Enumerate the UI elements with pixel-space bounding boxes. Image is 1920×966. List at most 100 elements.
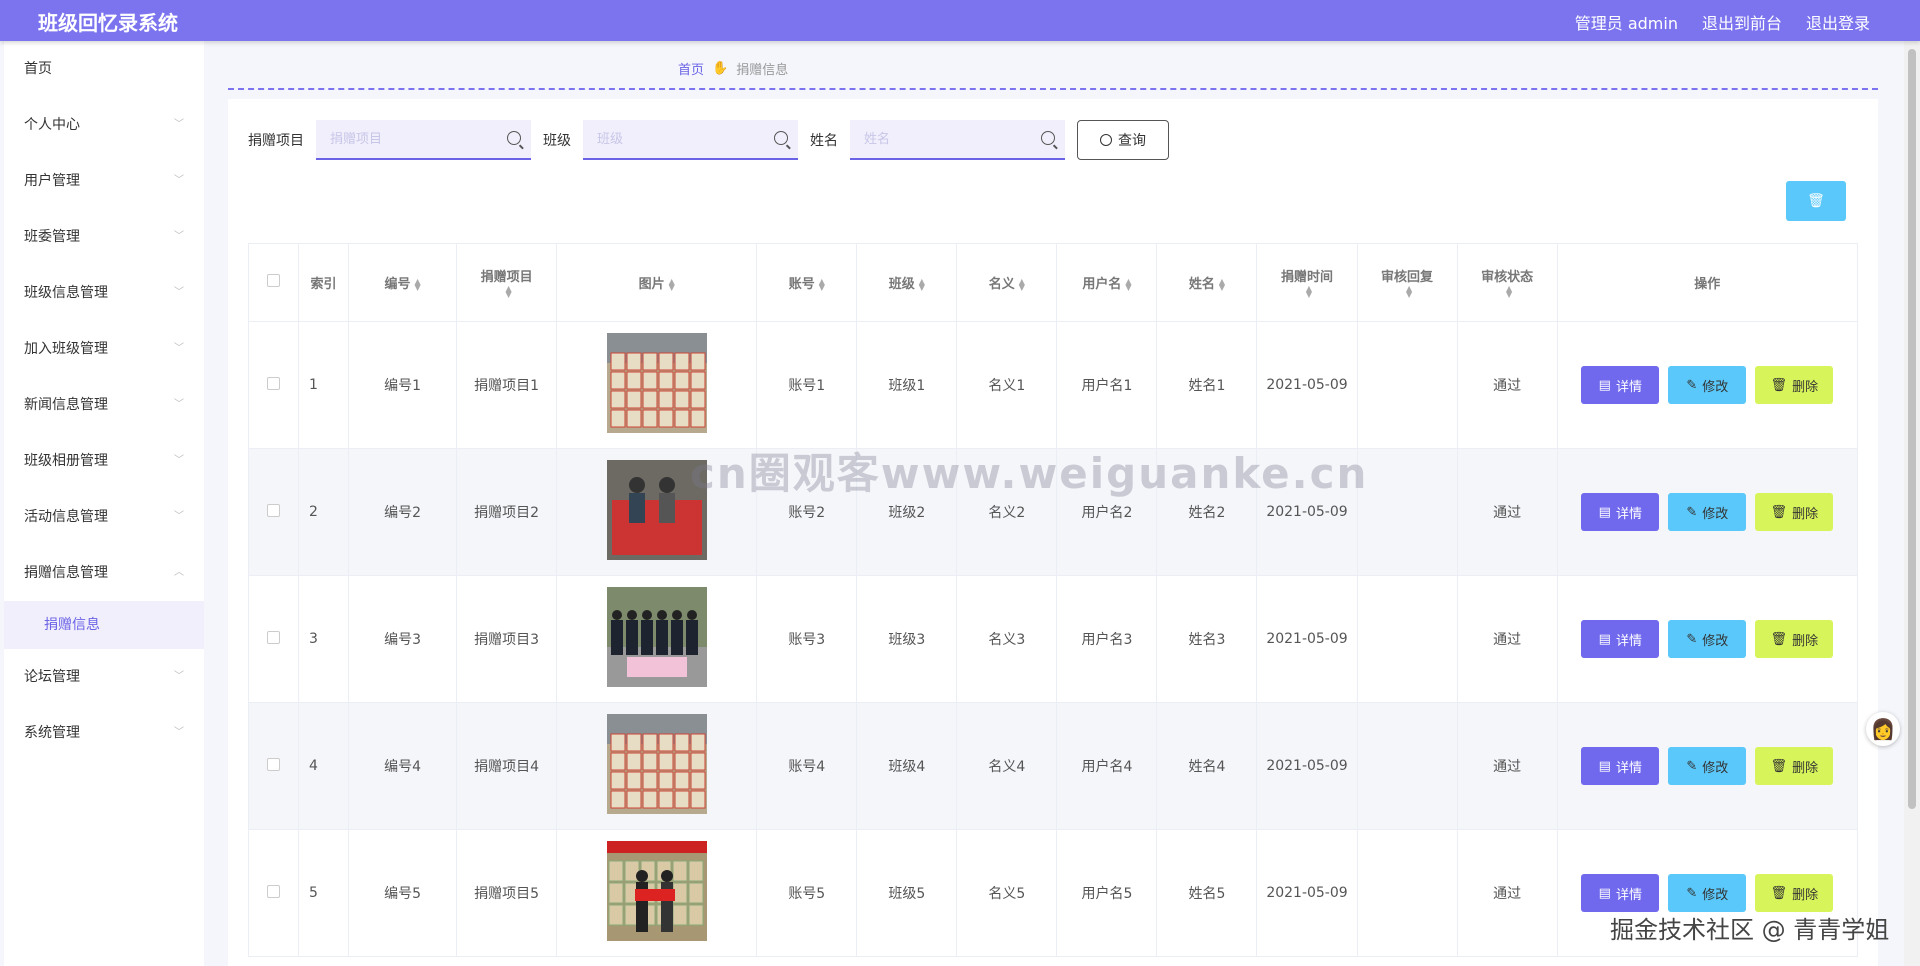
column-header-label: 图片	[638, 277, 665, 292]
sidebar-item[interactable]: 班级信息管理 ﹀	[4, 265, 204, 321]
edit-button[interactable]: ✎ 修改	[1668, 366, 1747, 404]
column-header[interactable]: 姓名 ▲ ▼	[1156, 243, 1258, 322]
table-cell: 编号1	[348, 321, 458, 449]
delete-button[interactable]: 🗑 删除	[1755, 366, 1834, 404]
sort-icon[interactable]: ▲ ▼	[1506, 285, 1512, 299]
row-checkbox[interactable]	[267, 376, 280, 390]
donation-photo[interactable]	[606, 587, 707, 687]
actions-cell: ▤ 详情 ✎ 修改 🗑 删除	[1556, 575, 1859, 703]
class-search-input[interactable]	[583, 120, 798, 158]
app-title: 班级回忆录系统	[38, 11, 178, 35]
delete-button[interactable]: 🗑 删除	[1755, 747, 1834, 785]
edit-button[interactable]: ✎ 修改	[1668, 874, 1747, 912]
detail-button[interactable]: ▤ 详情	[1581, 366, 1660, 404]
sort-icon[interactable]: ▲ ▼	[414, 277, 420, 291]
column-header[interactable]: 用户名 ▲ ▼	[1056, 243, 1158, 322]
sidebar-item[interactable]: 活动信息管理 ﹀	[4, 489, 204, 545]
column-header[interactable]: 账号 ▲ ▼	[756, 243, 858, 322]
row-checkbox[interactable]	[267, 503, 280, 517]
sidebar-subitem-donation-info[interactable]: 捐赠信息	[4, 601, 204, 649]
sort-icon[interactable]: ▲ ▼	[1306, 285, 1312, 299]
sort-icon[interactable]: ▲ ▼	[919, 277, 925, 291]
table-cell: 名义4	[956, 702, 1058, 830]
pencil-icon: ✎	[1686, 885, 1698, 901]
sort-icon[interactable]: ▲ ▼	[1125, 277, 1131, 291]
batch-delete-button[interactable]: 🗑	[1786, 181, 1846, 221]
column-header[interactable]: 名义 ▲ ▼	[956, 243, 1058, 322]
sidebar-item[interactable]: 捐赠信息管理 ︿	[4, 545, 204, 601]
image-cell	[556, 575, 758, 703]
sidebar-item[interactable]: 个人中心 ﹀	[4, 97, 204, 153]
column-header[interactable]: 图片 ▲ ▼	[556, 243, 758, 322]
actions-cell: ▤ 详情 ✎ 修改 🗑 删除	[1556, 702, 1859, 830]
table-cell: 通过	[1456, 448, 1558, 576]
sidebar-item[interactable]: 班级相册管理 ﹀	[4, 433, 204, 489]
sidebar-item[interactable]: 首页	[4, 41, 204, 97]
scrollbar-thumb[interactable]	[1908, 49, 1916, 809]
column-header[interactable]: 审核状态 ▲ ▼	[1456, 243, 1558, 322]
logout-link[interactable]: 退出登录	[1806, 10, 1870, 34]
table-cell: 班级4	[856, 702, 958, 830]
detail-label: 详情	[1615, 760, 1642, 776]
sort-icon[interactable]: ▲ ▼	[669, 277, 675, 291]
edit-label: 修改	[1702, 633, 1729, 649]
row-checkbox[interactable]	[267, 757, 280, 771]
exit-to-front-link[interactable]: 退出到前台	[1702, 10, 1782, 34]
delete-button[interactable]: 🗑 删除	[1755, 620, 1834, 658]
sort-icon[interactable]: ▲ ▼	[1406, 285, 1412, 299]
project-search-input[interactable]	[316, 120, 531, 158]
delete-button[interactable]: 🗑 删除	[1755, 493, 1834, 531]
donation-photo[interactable]	[606, 714, 707, 814]
sidebar-item[interactable]: 加入班级管理 ﹀	[4, 321, 204, 377]
sort-icon[interactable]: ▲ ▼	[1019, 277, 1025, 291]
donation-photo[interactable]	[606, 333, 707, 433]
sidebar-item-label: 活动信息管理	[24, 509, 108, 525]
detail-label: 详情	[1615, 633, 1642, 649]
delete-button[interactable]: 🗑 删除	[1755, 874, 1834, 912]
column-header[interactable]: 捐赠时间 ▲ ▼	[1256, 243, 1358, 322]
table-cell: 班级3	[856, 575, 958, 703]
detail-button[interactable]: ▤ 详情	[1581, 874, 1660, 912]
breadcrumb-home[interactable]: 首页	[678, 59, 704, 78]
detail-button[interactable]: ▤ 详情	[1581, 747, 1660, 785]
scrollbar[interactable]	[1904, 41, 1920, 966]
table-cell: 名义5	[956, 829, 1058, 957]
sidebar-item[interactable]: 系统管理 ﹀	[4, 705, 204, 761]
table-cell: 班级5	[856, 829, 958, 957]
row-checkbox[interactable]	[267, 630, 280, 644]
row-actions: ▤ 详情 ✎ 修改 🗑 删除	[1558, 366, 1857, 404]
query-button[interactable]: 查询	[1077, 120, 1169, 160]
row-checkbox[interactable]	[267, 884, 280, 898]
sidebar-item[interactable]: 班委管理 ﹀	[4, 209, 204, 265]
column-header[interactable]: 编号 ▲ ▼	[348, 243, 458, 322]
corner-watermark: 掘金技术社区 @ 青青学姐	[1610, 916, 1890, 944]
top-bar: 班级回忆录系统 管理员 admin 退出到前台 退出登录	[0, 0, 1920, 41]
edit-button[interactable]: ✎ 修改	[1668, 747, 1747, 785]
name-search-input[interactable]	[850, 120, 1065, 158]
sidebar-item[interactable]: 用户管理 ﹀	[4, 153, 204, 209]
sort-icon[interactable]: ▲ ▼	[506, 285, 512, 299]
edit-button[interactable]: ✎ 修改	[1668, 620, 1747, 658]
column-header: 操作	[1556, 243, 1859, 322]
edit-button[interactable]: ✎ 修改	[1668, 493, 1747, 531]
sort-icon[interactable]: ▲ ▼	[819, 277, 825, 291]
column-header[interactable]: 班级 ▲ ▼	[856, 243, 958, 322]
project-label: 捐赠项目	[248, 133, 304, 149]
table-cell: 姓名1	[1156, 321, 1258, 449]
select-all-checkbox[interactable]	[267, 274, 280, 287]
table-cell: 用户名5	[1056, 829, 1158, 957]
sort-icon[interactable]: ▲ ▼	[1219, 277, 1225, 291]
donation-photo[interactable]	[606, 841, 707, 941]
table-cell: 1	[298, 321, 350, 449]
detail-button[interactable]: ▤ 详情	[1581, 620, 1660, 658]
sidebar-item[interactable]: 论坛管理 ﹀	[4, 649, 204, 705]
sidebar-item[interactable]: 新闻信息管理 ﹀	[4, 377, 204, 433]
column-header[interactable]: 捐赠项目 ▲ ▼	[456, 243, 558, 322]
search-icon	[774, 131, 788, 145]
detail-label: 详情	[1615, 379, 1642, 395]
detail-button[interactable]: ▤ 详情	[1581, 493, 1660, 531]
table-cell: 2021-05-09	[1256, 829, 1358, 957]
assistant-avatar-icon[interactable]: 👩	[1866, 712, 1900, 746]
class-search-box	[583, 120, 798, 160]
column-header[interactable]: 审核回复 ▲ ▼	[1356, 243, 1458, 322]
